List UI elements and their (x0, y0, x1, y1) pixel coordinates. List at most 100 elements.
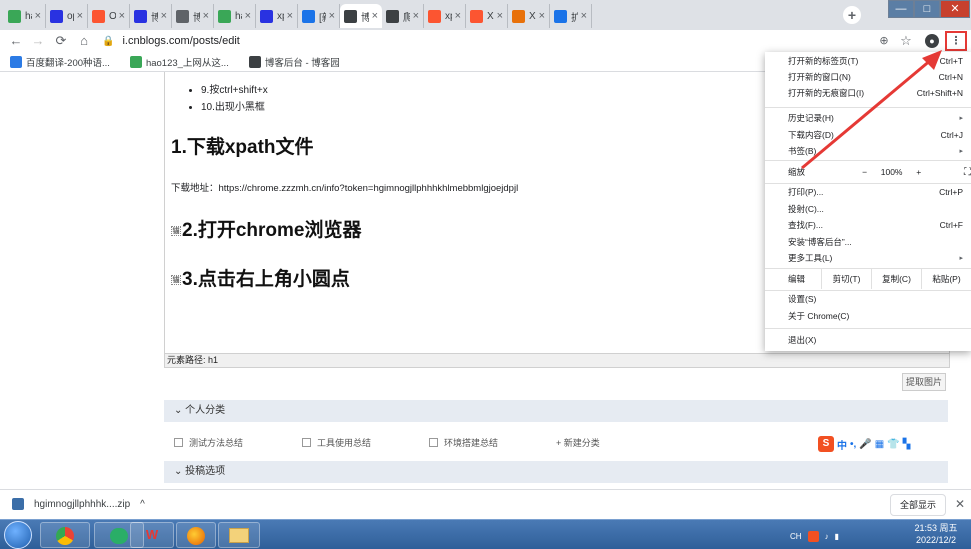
close-tab-icon[interactable]: × (35, 10, 41, 22)
pen-icon (176, 9, 189, 23)
clock[interactable]: 21:53 周五 2022/12/2 (904, 522, 968, 546)
close-tab-icon[interactable]: × (77, 10, 83, 22)
baidu-paw-icon (134, 9, 147, 23)
tab-title: OP (109, 11, 116, 22)
new-tab-button[interactable]: + (843, 6, 861, 24)
close-tab-icon[interactable]: × (329, 10, 335, 22)
menu-item-print[interactable]: 打印(P)... Ctrl+P (765, 184, 971, 200)
tab-title: [新 (319, 12, 326, 24)
tab-strip: hac×ope×OP×博客×博客×hac×xpa×[新×博客×爬虫×xpa×Xp… (0, 0, 971, 30)
close-download-bar-icon[interactable]: ✕ (955, 497, 965, 511)
browser-tab[interactable]: xpa× (256, 4, 298, 28)
maximize-button[interactable]: □ (914, 0, 940, 18)
punctuation-icon[interactable]: •, (850, 439, 856, 450)
loading-icon (302, 9, 315, 23)
baidu-paw-icon (260, 9, 273, 23)
cut-button[interactable]: 剪切(T) (821, 269, 871, 289)
menu-item-settings[interactable]: 设置(S) (765, 291, 971, 307)
download-item[interactable]: hgimnogjllphhhk....zip ^ (12, 498, 145, 510)
language-indicator[interactable]: CH (790, 532, 802, 541)
close-tab-icon[interactable]: × (203, 10, 209, 22)
bookmark-label: hao123_上网从这... (145, 57, 229, 69)
browser-tab[interactable]: 博客× (340, 4, 382, 28)
skin-icon[interactable]: 👕 (887, 439, 899, 450)
browser-tab[interactable]: 博客× (130, 4, 172, 28)
menu-item-install-app[interactable]: 安装“博客后台”... (765, 234, 971, 250)
bookmark-item[interactable]: 百度翻译-200种语... (10, 55, 110, 69)
close-tab-icon[interactable]: × (119, 10, 125, 22)
close-window-button[interactable]: ✕ (940, 0, 970, 18)
sogou-icon[interactable]: S (818, 436, 834, 452)
minimize-button[interactable]: — (888, 0, 914, 18)
bookmark-label: 百度翻译-200种语... (26, 57, 110, 69)
taskbar-wps-icon[interactable]: W (130, 522, 174, 548)
start-button[interactable] (4, 521, 32, 549)
personal-category-header[interactable]: ⌄ 个人分类 (164, 400, 948, 422)
browser-tab[interactable]: 爬虫× (382, 4, 424, 28)
tab-title: 博客 (151, 9, 158, 24)
browser-tab[interactable]: [新× (298, 4, 340, 28)
reload-icon[interactable]: ⟳ (53, 33, 69, 49)
browser-tab[interactable]: hac× (214, 4, 256, 28)
chinese-mode-icon[interactable]: 中 (837, 437, 847, 452)
bookmark-item[interactable]: 博客后台 - 博客园 (248, 55, 340, 69)
taskbar-folder-icon[interactable] (218, 522, 260, 548)
bookmark-item[interactable]: hao123_上网从这... (129, 55, 229, 69)
sogou-tray-icon[interactable] (807, 530, 819, 542)
bookmark-favicon-icon (248, 55, 261, 68)
taskbar-chrome-icon[interactable] (40, 522, 90, 548)
tab-title: xpa (445, 10, 452, 22)
extract-image-button[interactable]: 提取图片 (902, 373, 946, 391)
home-icon[interactable]: ⌂ (76, 33, 92, 49)
network-icon[interactable]: ▮ (835, 532, 839, 541)
csdn-c-icon (470, 9, 483, 23)
browser-tab[interactable]: OP× (88, 4, 130, 28)
show-all-downloads-button[interactable]: 全部显示 (890, 494, 946, 516)
close-tab-icon[interactable]: × (161, 10, 167, 22)
checkbox[interactable] (302, 438, 311, 447)
category-checkbox-item[interactable]: 工具使用总结 (302, 436, 371, 449)
taskbar-firefox-icon[interactable] (176, 522, 216, 548)
microphone-icon[interactable]: 🎤 (859, 439, 871, 450)
browser-tab[interactable]: 博客× (172, 4, 214, 28)
keyboard-icon[interactable]: ▦ (875, 439, 884, 450)
browser-tab[interactable]: ope× (46, 4, 88, 28)
browser-tab[interactable]: xpa× (424, 4, 466, 28)
checkbox[interactable] (174, 438, 183, 447)
browser-tab[interactable]: XPa× (508, 4, 550, 28)
menu-shortcut: Ctrl+F (939, 220, 963, 230)
category-checkbox-item[interactable]: 环境搭建总结 (429, 436, 498, 449)
volume-icon[interactable]: ♪ (825, 532, 829, 541)
new-category-link[interactable]: + 新建分类 (556, 436, 600, 449)
close-tab-icon[interactable]: × (455, 10, 461, 22)
forward-icon[interactable]: → (30, 33, 46, 49)
menu-item-exit[interactable]: 退出(X) (765, 332, 971, 348)
anchor-icon: 锚 (171, 274, 181, 285)
chevron-up-icon[interactable]: ^ (140, 499, 145, 510)
close-tab-icon[interactable]: × (372, 10, 378, 22)
close-tab-icon[interactable]: × (413, 10, 419, 22)
browser-tab[interactable]: 扩展× (550, 4, 592, 28)
menu-item-find[interactable]: 查找(F)... Ctrl+F (765, 217, 971, 233)
rainbow-icon (512, 9, 525, 23)
ime-toolbar[interactable]: S 中 •, 🎤 ▦ 👕 ▚ (818, 434, 946, 454)
back-icon[interactable]: ← (8, 33, 24, 49)
paste-button[interactable]: 粘贴(P) (921, 269, 971, 289)
browser-tab[interactable]: hac× (4, 4, 46, 28)
download-bar: hgimnogjllphhhk....zip ^ 全部显示 ✕ (0, 489, 971, 519)
category-checkbox-item[interactable]: 测试方法总结 (174, 436, 243, 449)
checkbox[interactable] (429, 438, 438, 447)
browser-tab[interactable]: Xpa× (466, 4, 508, 28)
download-address-text: 下载地址：https://chrome.zzzmh.cn/info?token=… (171, 183, 519, 194)
menu-item-more-tools[interactable]: 更多工具(L) ▸ (765, 250, 971, 266)
copy-button[interactable]: 复制(C) (871, 269, 921, 289)
close-tab-icon[interactable]: × (245, 10, 251, 22)
toolbox-icon[interactable]: ▚ (903, 439, 911, 450)
menu-item-about-chrome[interactable]: 关于 Chrome(C) (765, 308, 971, 324)
menu-item-cast[interactable]: 投射(C)... (765, 201, 971, 217)
close-tab-icon[interactable]: × (581, 10, 587, 22)
close-tab-icon[interactable]: × (539, 10, 545, 22)
close-tab-icon[interactable]: × (287, 10, 293, 22)
close-tab-icon[interactable]: × (497, 10, 503, 22)
post-options-header[interactable]: ⌄ 投稿选项 (164, 461, 948, 483)
